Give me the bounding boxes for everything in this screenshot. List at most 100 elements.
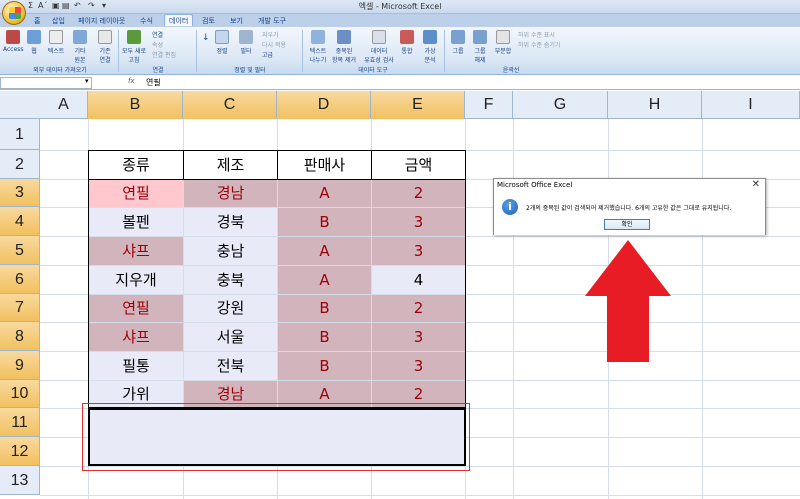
remove-duplicates-button[interactable]: 중복된 항목 제거 [330,30,358,64]
office-button[interactable] [2,1,26,25]
row-header-11[interactable]: 11 [0,408,40,437]
ribbon-tabs: 홈 삽입 페이지 레이아웃 수식 데이터 검토 보기 개발 도구 [0,14,800,27]
group-label-sort: 정렬 및 필터 [234,67,266,74]
show-detail-button[interactable]: 하위 수준 표시 [518,30,555,39]
sort-icon [215,30,229,44]
hide-detail-button[interactable]: 하위 수준 숨기기 [518,40,560,49]
column-header-c[interactable]: C [183,91,277,119]
other-sources-button[interactable]: 기타 원본 [71,30,89,64]
properties-button[interactable]: 속성 [152,40,163,49]
close-icon[interactable]: ✕ [752,179,760,190]
other-sources-icon [73,30,87,44]
ungroup-button[interactable]: 그룹 해제 [470,30,490,64]
group-label-external: 외부 데이터 가져오기 [33,67,87,74]
filter-button[interactable]: 필터 [238,30,254,55]
red-up-arrow-icon [585,240,671,362]
group-separator [118,30,119,72]
column-header-i[interactable]: I [702,91,800,119]
group-label-outline: 윤곽선 [502,67,520,74]
column-header-d[interactable]: D [277,91,371,119]
group-separator [302,30,303,72]
web-button[interactable]: 웹 [27,30,41,55]
row-header-8[interactable]: 8 [0,322,40,351]
table-header-type[interactable]: 종류 [88,150,184,180]
group-label-connections: 연결 [152,67,164,74]
reapply-button[interactable]: 다시 적용 [262,40,286,49]
data-validation-icon [372,30,386,44]
column-headers: A B C D E F G H I [0,91,800,119]
subtotal-icon [496,30,510,44]
remove-duplicates-icon [337,30,351,44]
name-box-dropdown-icon[interactable]: ▾ [85,77,89,85]
column-header-h[interactable]: H [608,91,702,119]
row-header-7[interactable]: 7 [0,294,40,322]
refresh-all-button[interactable]: 모두 새로 고침 [122,30,146,64]
row-header-13[interactable]: 13 [0,466,40,495]
existing-connections-icon [98,30,112,44]
formula-input[interactable]: 연필 [146,77,161,88]
highlight-outline [82,403,470,471]
group-button[interactable]: 그룹 [448,30,468,55]
consolidate-button[interactable]: 통합 [398,30,416,55]
text-button[interactable]: 텍스트 [45,30,67,55]
tab-developer[interactable]: 개발 도구 [254,15,290,27]
fx-icon[interactable]: fx [128,77,135,85]
tab-page-layout[interactable]: 페이지 레이아웃 [74,15,129,27]
tab-home[interactable]: 홈 [30,15,44,27]
tab-view[interactable]: 보기 [226,15,247,27]
ungroup-icon [473,30,487,44]
office-logo-icon [9,7,21,19]
message-dialog: Microsoft Office Excel ✕ i 2개의 중복된 값이 검색… [493,178,766,235]
sort-asc-button[interactable]: ↓ [202,33,210,43]
column-header-g[interactable]: G [513,91,608,119]
ribbon: Access 웹 텍스트 기타 원본 기존 연결 외부 데이터 가져오기 모두 … [0,27,800,75]
info-icon: i [502,199,518,215]
name-box[interactable] [0,77,92,89]
row-header-2[interactable]: 2 [0,150,40,179]
row-header-4[interactable]: 4 [0,207,40,236]
data-validation-button[interactable]: 데이터 유효성 검사 [364,30,394,64]
row-header-9[interactable]: 9 [0,351,40,380]
table-header-seller[interactable]: 판매사 [277,150,372,180]
row-header-5[interactable]: 5 [0,236,40,265]
column-header-b[interactable]: B [88,91,183,119]
group-label-tools: 데이터 도구 [358,67,388,74]
sort-button[interactable]: 정렬 [214,30,230,55]
clear-button[interactable]: 지우기 [262,30,279,39]
title-bar: Σ Aˊ ▣ ▤ ↶ ↷ ▾ 엑셀 - Microsoft Excel [0,0,800,25]
advanced-button[interactable]: 고급 [262,50,273,59]
tab-insert[interactable]: 삽입 [48,15,69,27]
text-to-columns-button[interactable]: 텍스트 나누기 [306,30,330,64]
row-header-12[interactable]: 12 [0,437,40,466]
subtotal-button[interactable]: 부분합 [492,30,514,55]
row-header-6[interactable]: 6 [0,265,40,294]
access-icon [6,30,20,44]
dialog-body: i 2개의 중복된 값이 검색되어 제거했습니다. 6개의 고유한 값은 그대로… [494,193,765,235]
column-header-a[interactable]: A [40,91,88,119]
filter-icon [239,30,253,44]
table-header-amount[interactable]: 금액 [371,150,466,180]
text-icon [49,30,63,44]
tab-review[interactable]: 검토 [198,15,219,27]
group-icon [451,30,465,44]
table-border [88,179,466,408]
edit-links-button[interactable]: 연결 편집 [152,50,176,59]
tab-data[interactable]: 데이터 [164,14,194,26]
dialog-message: 2개의 중복된 값이 검색되어 제거했습니다. 6개의 고유한 값은 그대로 유… [526,205,732,212]
what-if-icon [423,30,437,44]
connections-button[interactable]: 연결 [152,30,163,39]
dialog-title: Microsoft Office Excel [497,181,573,189]
ok-button[interactable]: 확인 [604,219,650,230]
text-to-columns-icon [311,30,325,44]
access-button[interactable]: Access [3,30,24,53]
row-header-3[interactable]: 3 [0,179,40,207]
column-header-f[interactable]: F [465,91,513,119]
group-separator [444,30,445,72]
tab-formulas[interactable]: 수식 [136,15,157,27]
what-if-button[interactable]: 가상 분석 [420,30,440,64]
table-header-maker[interactable]: 제조 [183,150,278,180]
row-header-10[interactable]: 10 [0,380,40,408]
column-header-e[interactable]: E [371,91,465,119]
row-header-1[interactable]: 1 [0,119,40,150]
existing-connections-button[interactable]: 기존 연결 [96,30,114,64]
